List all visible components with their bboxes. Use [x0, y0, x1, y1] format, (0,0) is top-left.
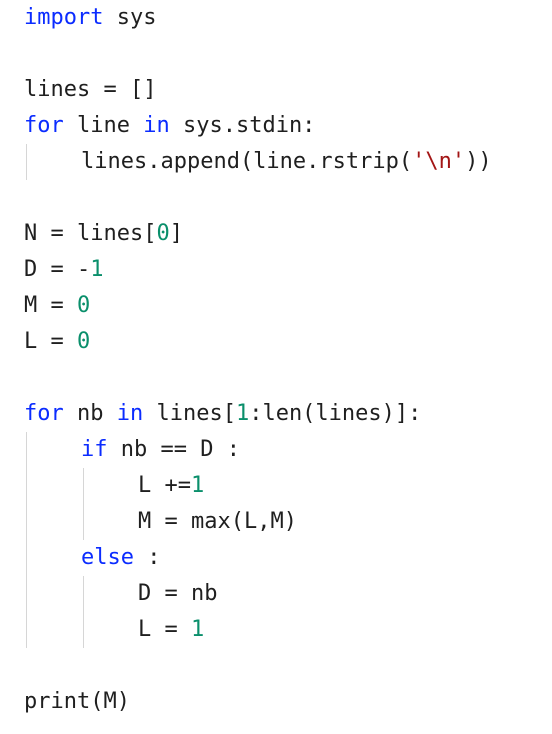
- code-token-number: 1: [190, 473, 205, 498]
- indent-guide: [83, 576, 84, 612]
- code-token-plain: M =: [24, 293, 77, 318]
- code-line[interactable]: [24, 180, 544, 216]
- code-line[interactable]: for line in sys.stdin:: [24, 108, 544, 144]
- code-line[interactable]: M = max(L,M): [24, 504, 544, 540]
- indent-guide: [26, 612, 27, 648]
- code-line[interactable]: D = nb: [24, 576, 544, 612]
- indent-guide: [26, 576, 27, 612]
- code-token-plain: print(M): [24, 689, 130, 714]
- code-line[interactable]: import sys: [24, 0, 544, 36]
- code-token-plain: lines.append(line.rstrip(: [81, 149, 413, 174]
- code-line[interactable]: if nb == D :: [24, 432, 544, 468]
- code-editor[interactable]: import sys lines = [] for line in sys.std…: [24, 0, 544, 734]
- code-token-number: 0: [76, 293, 91, 318]
- code-token-keyword: for: [24, 113, 64, 138]
- code-line[interactable]: [24, 36, 544, 72]
- empty-line: [24, 41, 37, 66]
- code-token-plain: L +=: [138, 473, 191, 498]
- code-line[interactable]: L +=1: [24, 468, 544, 504]
- indent-guide: [83, 504, 84, 540]
- code-token-number: 0: [76, 329, 91, 354]
- code-token-plain: lines = []: [24, 77, 157, 102]
- code-line[interactable]: else :: [24, 540, 544, 576]
- empty-line: [24, 365, 37, 390]
- code-token-plain: sys.stdin:: [169, 113, 316, 138]
- code-token-number: 0: [156, 221, 170, 246]
- code-token-plain: D = -: [24, 257, 91, 282]
- code-token-plain: :len(lines)]:: [249, 401, 422, 426]
- code-line[interactable]: N = lines[0]: [24, 216, 544, 252]
- code-token-keyword: in: [143, 113, 170, 138]
- indent-guide: [26, 540, 27, 576]
- code-token-number: 1: [190, 617, 205, 642]
- code-token-plain: line: [63, 113, 144, 138]
- code-token-plain: N = lines[: [24, 221, 157, 246]
- code-token-keyword: in: [116, 401, 144, 426]
- code-line[interactable]: print(M): [24, 684, 544, 720]
- code-token-plain: M = max(L,M): [138, 509, 297, 534]
- code-token-string: '\n': [412, 149, 466, 174]
- code-line[interactable]: lines.append(line.rstrip('\n')): [24, 144, 544, 180]
- code-token-keyword: import: [24, 5, 104, 30]
- indent-guide: [26, 144, 27, 180]
- code-token-plain: nb: [63, 401, 117, 426]
- code-token-plain: sys: [103, 5, 157, 30]
- code-line[interactable]: M = 0: [24, 288, 544, 324]
- code-token-plain: L =: [138, 617, 191, 642]
- code-line[interactable]: L = 1: [24, 612, 544, 648]
- empty-line: [24, 653, 37, 678]
- code-token-plain: ]: [169, 221, 183, 246]
- code-line[interactable]: for nb in lines[1:len(lines)]:: [24, 396, 544, 432]
- code-token-keyword: if: [81, 437, 108, 462]
- code-token-plain: nb == D :: [107, 437, 240, 462]
- indent-guide: [83, 468, 84, 504]
- code-token-plain: :: [133, 545, 161, 570]
- code-token-keyword: else: [81, 545, 134, 570]
- code-token-plain: lines[: [143, 401, 236, 426]
- indent-guide: [26, 504, 27, 540]
- code-line[interactable]: L = 0: [24, 324, 544, 360]
- indent-guide: [26, 468, 27, 504]
- code-token-plain: D = nb: [138, 581, 218, 606]
- code-line[interactable]: [24, 648, 544, 684]
- empty-line: [24, 185, 37, 210]
- code-token-keyword: for: [24, 401, 64, 426]
- code-token-number: 1: [235, 401, 250, 426]
- indent-guide: [83, 612, 84, 648]
- code-token-number: 1: [90, 257, 104, 282]
- code-token-plain: )): [465, 149, 492, 174]
- code-token-plain: L =: [24, 329, 77, 354]
- code-line[interactable]: [24, 360, 544, 396]
- indent-guide: [26, 432, 27, 468]
- code-line[interactable]: D = -1: [24, 252, 544, 288]
- code-line[interactable]: lines = []: [24, 72, 544, 108]
